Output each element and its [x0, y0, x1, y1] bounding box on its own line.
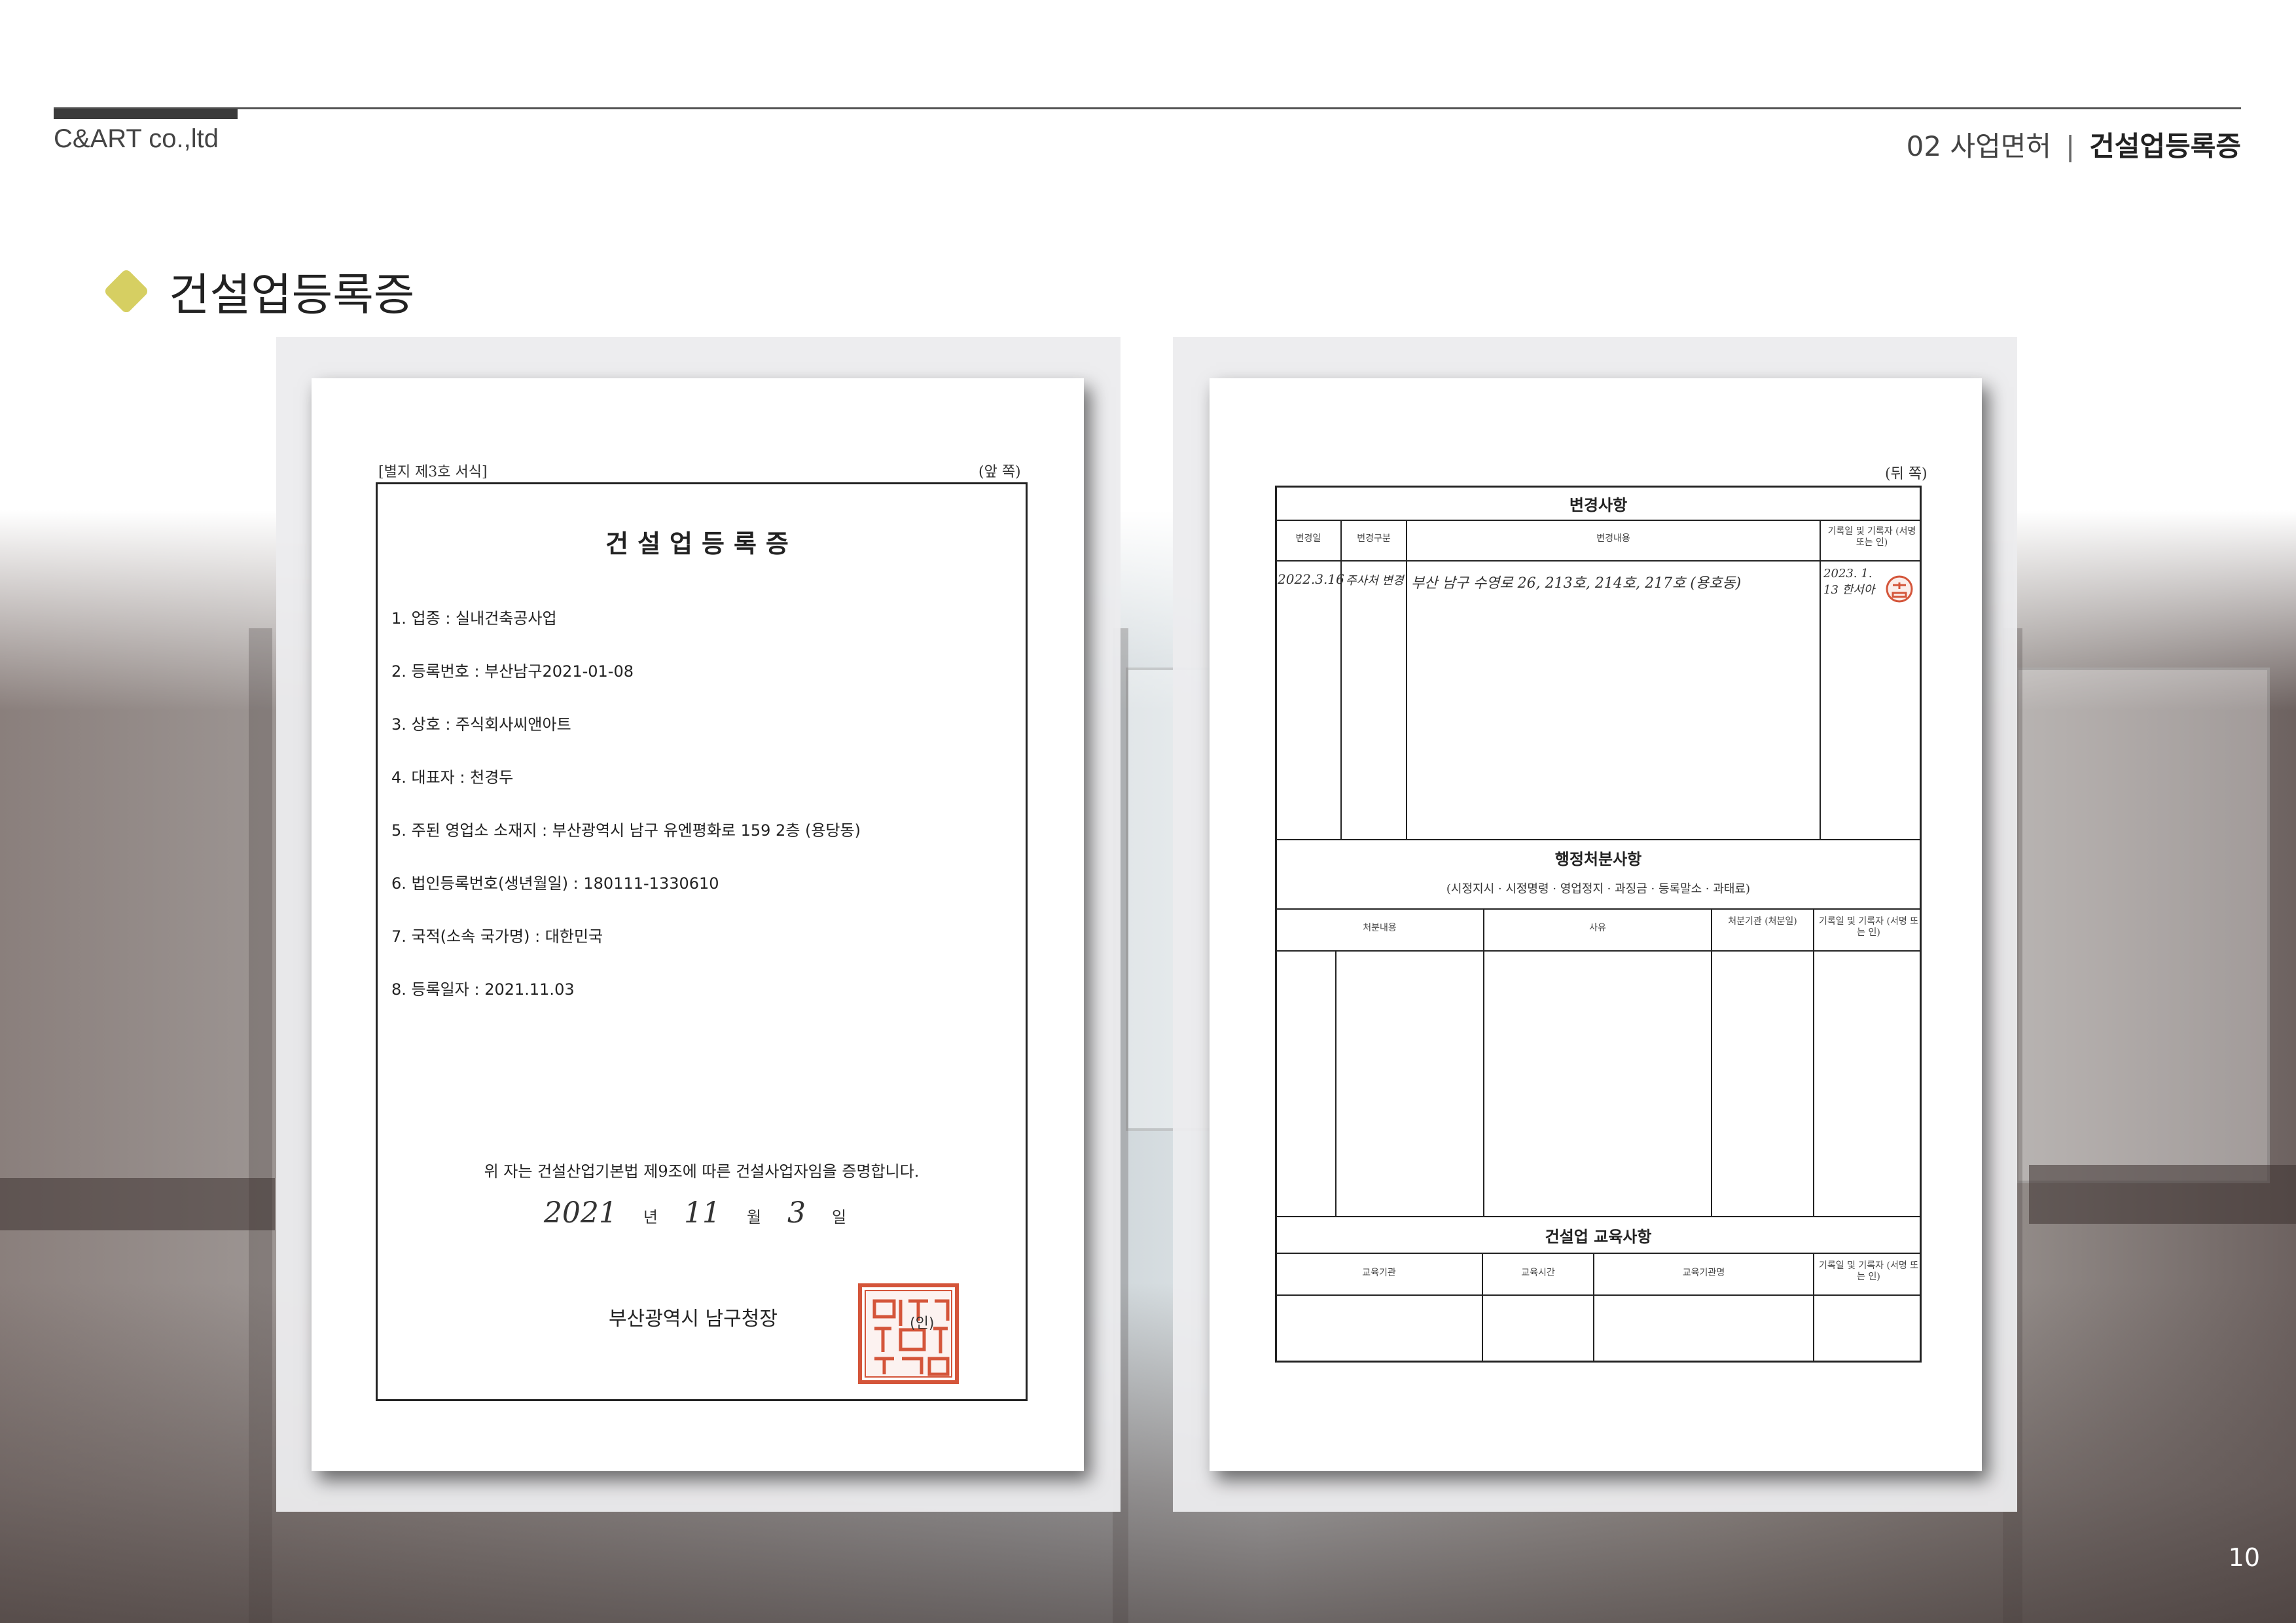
page-number: 10 [2228, 1543, 2260, 1572]
admin-header-recorder: 기록일 및 기록자 (서명 또는 인) [1818, 916, 1919, 938]
table-rule [1275, 1294, 1922, 1296]
change-header-date: 변경일 [1295, 533, 1321, 544]
page-heading: 건설업등록증 [103, 259, 415, 323]
table-rule [1813, 908, 1814, 1216]
certificate-item: 6. 법인등록번호(생년월일) : 180111-1330610 [391, 874, 719, 893]
table-rule [1813, 1253, 1814, 1363]
table-rule [1483, 908, 1484, 1216]
certificate-item: 5. 주된 영업소 소재지 : 부산광역시 남구 유엔평화로 159 2층 (용… [391, 821, 861, 840]
certificate-item: 8. 등록일자 : 2021.11.03 [391, 980, 575, 999]
seal-mark: (인) [910, 1315, 935, 1332]
date-month: 11 [683, 1196, 721, 1230]
table-rule [1275, 908, 1922, 910]
table-rule [1711, 908, 1712, 1216]
company-name: C&ART co.,ltd [54, 124, 219, 153]
certificate-item: 2. 등록번호 : 부산남구2021-01-08 [391, 662, 634, 681]
certificate-date: 2021 년 11 월 3 일 [376, 1196, 1028, 1230]
official-seal-icon [858, 1283, 959, 1384]
front-side-label: (앞 쪽) [978, 464, 1021, 480]
admin-header-agency: 처분기관 (처분일) [1728, 916, 1797, 927]
recorder-stamp-icon [1886, 575, 1913, 603]
certificate-item: 4. 대표자 : 천경두 [391, 768, 514, 787]
breadcrumb-section: 02 사업면허 [1906, 130, 2051, 162]
breadcrumb-separator: | [2066, 130, 2075, 162]
education-header-recorder: 기록일 및 기록자 (서명 또는 인) [1818, 1260, 1919, 1282]
change-row-date: 2022.3.16 [1278, 571, 1344, 587]
table-rule [1340, 520, 1342, 839]
change-header-type: 변경구분 [1357, 533, 1391, 544]
date-year-unit: 년 [643, 1208, 658, 1226]
table-rule [1820, 520, 1821, 839]
admin-section-title: 행정처분사항 [1554, 850, 1642, 868]
date-day: 3 [787, 1196, 806, 1230]
table-rule [1406, 520, 1407, 839]
certificate-item: 7. 국적(소속 국가명) : 대한민국 [391, 927, 603, 946]
table-rule [1275, 1216, 1922, 1217]
change-header-content: 변경내용 [1596, 533, 1630, 544]
table-rule [1275, 839, 1922, 840]
admin-header-action: 처분내용 [1363, 923, 1397, 933]
header-rule [54, 107, 2241, 109]
table-rule [1335, 950, 1336, 1216]
issuer-name: 부산광역시 남구청장 [609, 1308, 778, 1330]
admin-header-reason: 사유 [1589, 923, 1606, 933]
certificate-item: 3. 상호 : 주식회사씨앤아트 [391, 715, 571, 734]
table-rule [1275, 560, 1922, 562]
change-row-type: 주사처 변경 [1346, 574, 1404, 588]
diamond-bullet-icon [103, 268, 150, 314]
date-day-unit: 일 [832, 1208, 847, 1226]
background-desk [2029, 1165, 2296, 1224]
certificate-statement: 위 자는 건설산업기본법 제9조에 따른 건설사업자임을 증명합니다. [484, 1162, 920, 1181]
change-row-content: 부산 남구 수영로 26, 213호, 214호, 217호 (용호동) [1411, 575, 1742, 592]
breadcrumb-current: 건설업등록증 [2089, 130, 2241, 162]
table-rule [1275, 950, 1922, 952]
form-number: [별지 제3호 서식] [378, 464, 488, 480]
date-month-unit: 월 [746, 1208, 762, 1226]
certificate-title: 건설업등록증 [605, 529, 798, 558]
date-year: 2021 [543, 1196, 617, 1230]
page-title: 건설업등록증 [169, 270, 415, 321]
education-section-title: 건설업 교육사항 [1545, 1228, 1652, 1246]
education-header-hours: 교육시간 [1521, 1268, 1555, 1278]
education-header-institution: 교육기관 [1362, 1268, 1396, 1278]
change-row-recorder: 2023. 1. 13 한서아 [1823, 567, 1875, 597]
change-header-recorder: 기록일 및 기록자 (서명 또는 인) [1827, 526, 1916, 548]
table-rule [1275, 1253, 1922, 1254]
table-rule [1275, 520, 1922, 521]
change-section-title: 변경사항 [1569, 496, 1628, 514]
certificate-item: 1. 업종 : 실내건축공사업 [391, 609, 557, 628]
header-rule-accent [54, 109, 238, 119]
breadcrumb: 02 사업면허 | 건설업등록증 [1907, 124, 2241, 164]
education-header-institution-name: 교육기관명 [1682, 1268, 1725, 1278]
background-desk [0, 1178, 275, 1230]
background-window [2016, 668, 2270, 1183]
back-side-label: (뒤 쪽) [1885, 466, 1928, 482]
admin-section-subtitle: (시정지시 · 시정명령 · 영업정지 · 과징금 · 등록말소 · 과태료) [1446, 882, 1751, 896]
